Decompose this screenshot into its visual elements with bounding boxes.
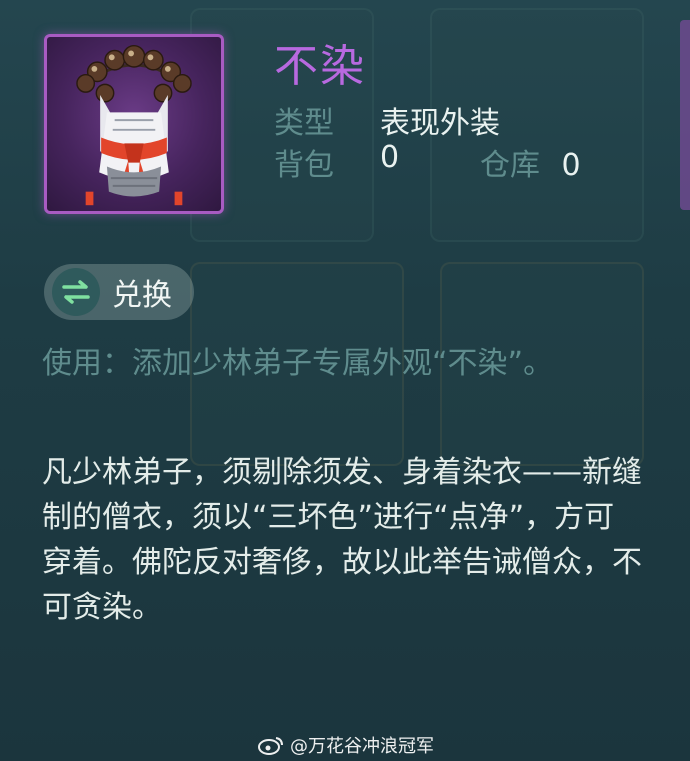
bag-value-row: 0	[380, 140, 399, 175]
monk-robe-with-prayer-beads-icon	[76, 44, 192, 206]
bag-label: 背包	[274, 148, 334, 183]
item-icon-frame	[44, 34, 224, 214]
scroll-indicator	[680, 20, 690, 210]
exchange-arrows-icon	[52, 268, 100, 316]
type-value: 表现外装	[380, 106, 500, 141]
usage-text: 使用：添加少林弟子专属外观“不染”。	[42, 346, 554, 381]
type-label: 类型	[274, 106, 334, 141]
weibo-icon	[258, 737, 283, 755]
storage-label: 仓库	[480, 148, 540, 183]
bag-count: 0	[380, 140, 400, 175]
bag-row: 背包	[274, 140, 334, 184]
exchange-label: 兑换	[112, 278, 172, 313]
exchange-button[interactable]: 兑换	[44, 264, 194, 320]
item-name: 不染	[274, 41, 366, 92]
item-description: 凡少林弟子，须剔除须发、身着染衣——新缝制的僧衣，须以“三坏色”进行“点净”，方…	[42, 455, 642, 625]
type-row: 类型	[274, 98, 334, 142]
watermark-text: @万花谷冲浪冠军	[290, 736, 434, 757]
storage-count: 0	[561, 148, 581, 183]
storage-row: 仓库 0	[480, 140, 581, 184]
item-tooltip-panel: 不染 类型 表现外装 背包 0 仓库 0 兑换 使用：添加少林弟子专属外观“不染…	[0, 0, 690, 761]
type-value-row: 表现外装	[380, 98, 500, 142]
watermark: @万花谷冲浪冠军	[258, 732, 434, 758]
